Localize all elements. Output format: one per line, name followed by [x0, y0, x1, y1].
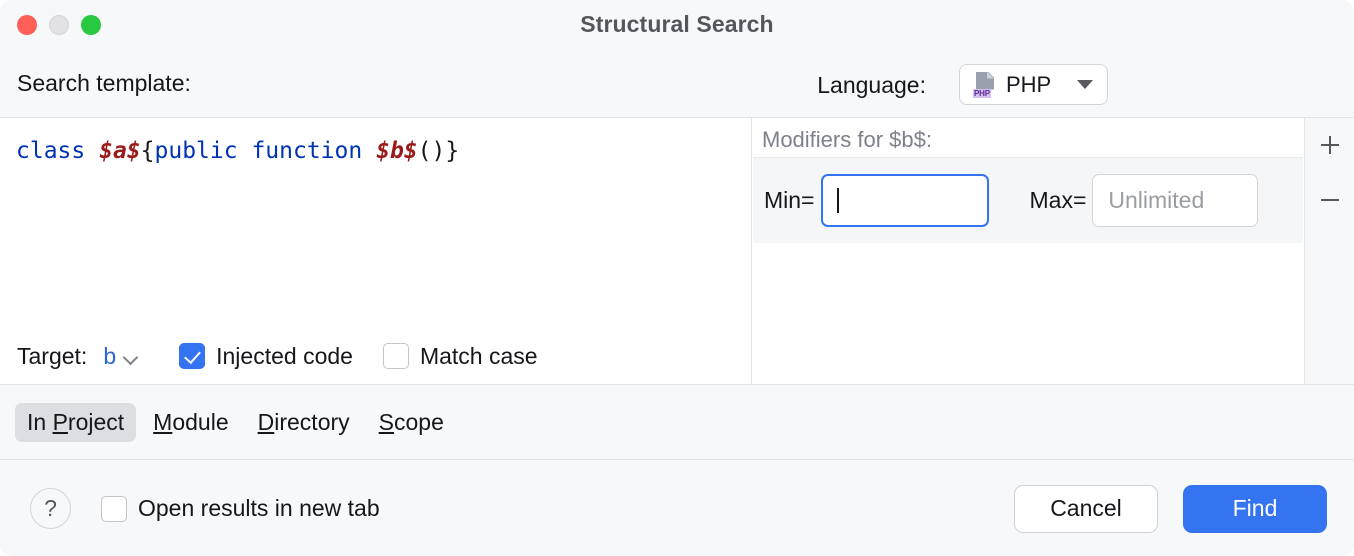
checkbox-box [179, 343, 205, 369]
dialog-body: class $a${public function $b$()} Target:… [0, 117, 1354, 385]
target-value: b [103, 343, 116, 370]
modifiers-header: Modifiers for $b$: [753, 118, 1303, 158]
plus-icon [1317, 132, 1343, 163]
min-label: Min= [764, 187, 815, 214]
tab-module[interactable]: Module [141, 403, 240, 442]
checkbox-box [383, 343, 409, 369]
modifiers-pane: Modifiers for $b$: Min= Max= Unlimited [753, 118, 1303, 384]
language-label: Language: [817, 72, 926, 99]
max-placeholder: Unlimited [1108, 187, 1204, 214]
add-modifier-button[interactable] [1311, 128, 1349, 166]
window-title: Structural Search [0, 11, 1354, 38]
chevron-down-icon [124, 352, 138, 361]
target-dropdown[interactable]: b [103, 343, 138, 370]
minus-icon [1317, 187, 1343, 218]
count-filter-row: Min= Max= Unlimited [753, 158, 1303, 243]
match-case-label: Match case [420, 343, 538, 370]
modifiers-header-label: Modifiers for $b$: [762, 127, 932, 153]
scope-tab-bar: In Project Module Directory Scope [0, 386, 1354, 460]
tab-in-project[interactable]: In Project [15, 403, 136, 442]
open-results-checkbox[interactable]: Open results in new tab [101, 495, 380, 522]
text-cursor [837, 188, 839, 213]
title-bar: Structural Search [0, 0, 1354, 50]
find-button[interactable]: Find [1183, 485, 1327, 533]
help-button[interactable]: ? [30, 488, 71, 529]
max-label: Max= [1030, 187, 1087, 214]
search-template-header: Search template: Language: PHP PHP [0, 50, 1354, 117]
search-template-label: Search template: [17, 70, 191, 97]
target-options-row: Target: b Injected code Match case [0, 328, 752, 384]
php-file-icon: PHP [973, 72, 997, 98]
code-template-text: class $a${public function $b$()} [16, 138, 459, 164]
remove-modifier-button[interactable] [1311, 183, 1349, 221]
min-input[interactable] [821, 174, 989, 227]
open-results-label: Open results in new tab [138, 495, 380, 522]
language-dropdown[interactable]: PHP PHP [959, 64, 1108, 105]
tab-scope[interactable]: Scope [367, 403, 456, 442]
cancel-button[interactable]: Cancel [1014, 485, 1158, 533]
checkbox-box [101, 496, 127, 522]
tab-directory[interactable]: Directory [246, 403, 362, 442]
language-value: PHP [1006, 72, 1051, 98]
php-badge-label: PHP [973, 89, 991, 98]
dialog-footer: ? Open results in new tab Cancel Find [0, 461, 1354, 556]
structural-search-dialog: Structural Search Search template: Langu… [0, 0, 1354, 556]
modifier-actions-column [1304, 118, 1354, 384]
search-template-editor[interactable]: class $a${public function $b$()} Target:… [0, 118, 752, 384]
max-input[interactable]: Unlimited [1092, 174, 1258, 227]
injected-code-label: Injected code [216, 343, 353, 370]
chevron-down-icon [1077, 80, 1093, 89]
match-case-checkbox[interactable]: Match case [383, 343, 538, 370]
injected-code-checkbox[interactable]: Injected code [179, 343, 353, 370]
target-label: Target: [17, 343, 87, 370]
